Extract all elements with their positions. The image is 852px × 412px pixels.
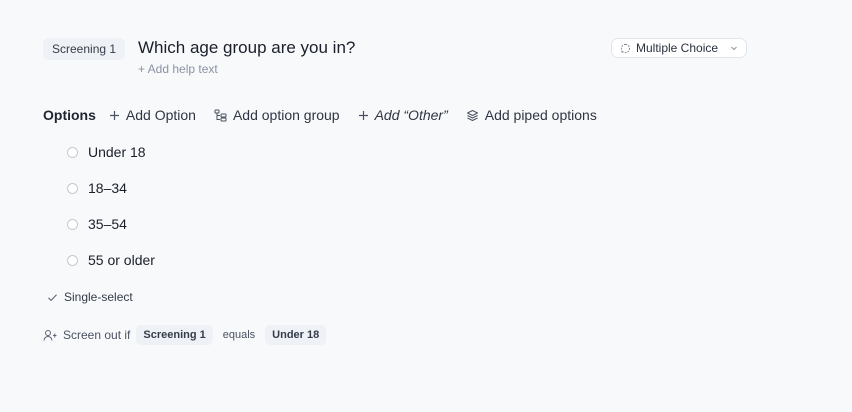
options-heading: Options xyxy=(43,107,96,123)
single-select-label: Single-select xyxy=(64,290,133,304)
add-option-group-label: Add option group xyxy=(232,107,340,123)
add-option-group-button[interactable]: Add option group xyxy=(214,107,340,123)
option-label[interactable]: 55 or older xyxy=(88,252,155,268)
speech-bubble-icon xyxy=(620,43,631,53)
chevron-down-icon xyxy=(731,46,737,51)
screen-out-prefix: Screen out if xyxy=(63,328,131,342)
radio-button[interactable] xyxy=(67,182,78,194)
question-badge: Screening 1 xyxy=(43,38,126,60)
plus-icon xyxy=(109,110,119,120)
add-other-button[interactable]: Add “Other” xyxy=(358,107,448,123)
radio-button[interactable] xyxy=(67,218,78,230)
option-group-icon xyxy=(214,109,227,121)
option-label[interactable]: 18–34 xyxy=(88,180,127,196)
screen-out-rule[interactable]: Screen out if Screening 1 equals Under 1… xyxy=(43,325,327,345)
question-type-label: Multiple Choice xyxy=(636,41,719,55)
option-label[interactable]: 35–54 xyxy=(88,216,127,232)
question-type-select[interactable]: Multiple Choice xyxy=(611,38,747,58)
screen-out-value-chip[interactable]: Under 18 xyxy=(265,325,327,345)
add-option-button[interactable]: Add Option xyxy=(109,107,196,123)
option-label[interactable]: Under 18 xyxy=(88,144,146,160)
checkmark-icon xyxy=(48,293,57,301)
radio-button[interactable] xyxy=(67,146,78,158)
screen-out-field-chip[interactable]: Screening 1 xyxy=(136,325,213,345)
layers-icon xyxy=(466,109,478,121)
add-other-label: Add “Other” xyxy=(374,107,448,123)
option-item[interactable]: 18–34 xyxy=(67,178,127,198)
add-piped-options-button[interactable]: Add piped options xyxy=(466,107,597,123)
option-item[interactable]: Under 18 xyxy=(67,142,146,162)
screen-out-operator[interactable]: equals xyxy=(223,329,255,341)
question-title[interactable]: Which age group are you in? xyxy=(138,37,355,59)
option-item[interactable]: 35–54 xyxy=(67,214,127,234)
single-select-toggle[interactable]: Single-select xyxy=(47,289,133,305)
add-help-text-link[interactable]: + Add help text xyxy=(138,61,218,77)
user-minus-icon xyxy=(43,329,57,341)
radio-button[interactable] xyxy=(67,254,78,266)
options-toolbar: Options Add Option Add option group Add … xyxy=(43,104,615,126)
add-option-label: Add Option xyxy=(125,107,196,123)
option-item[interactable]: 55 or older xyxy=(67,250,155,270)
plus-icon xyxy=(358,110,368,120)
add-piped-options-label: Add piped options xyxy=(484,107,597,123)
